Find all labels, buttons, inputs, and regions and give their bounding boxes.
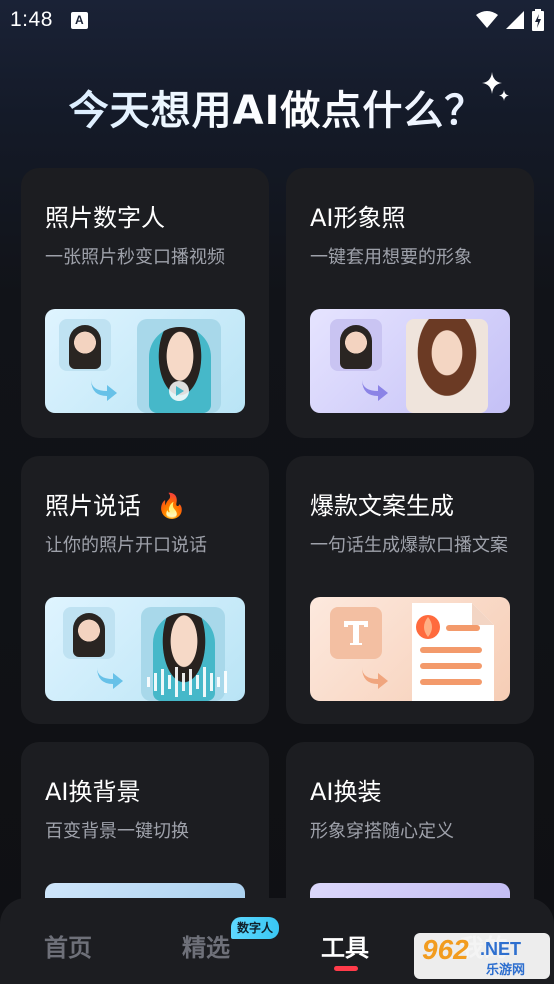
active-tab-indicator bbox=[334, 966, 358, 971]
watermark-number: 962 bbox=[422, 934, 469, 965]
page-headline: 今天想用AI做点什么？ bbox=[0, 78, 554, 136]
card-title: 爆款文案生成 bbox=[310, 492, 454, 520]
tool-card-ai-portrait[interactable]: AI形象照 一键套用想要的形象 bbox=[286, 168, 534, 438]
digital-human-badge: 数字人 bbox=[231, 917, 280, 939]
sound-wave-icon bbox=[147, 667, 227, 697]
card-description: 形象穿搭随心定义 bbox=[310, 821, 454, 842]
card-illustration-photo-to-video bbox=[45, 309, 245, 413]
watermark-subtitle: 乐游网 bbox=[486, 963, 526, 978]
status-icons bbox=[476, 9, 544, 31]
battery-charging-icon bbox=[532, 9, 544, 31]
card-description: 一键套用想要的形象 bbox=[310, 247, 472, 268]
tool-card-photo-avatar[interactable]: 照片数字人 一张照片秒变口播视频 bbox=[21, 168, 269, 438]
tool-card-photo-talk[interactable]: 照片说话 🔥 让你的照片开口说话 bbox=[21, 456, 269, 724]
portrait-image bbox=[69, 325, 101, 369]
portrait-image bbox=[73, 613, 105, 657]
watermark-net: .NET bbox=[480, 939, 522, 959]
fire-icon: 🔥 bbox=[156, 492, 187, 520]
status-bar: 1:48 A bbox=[0, 0, 554, 40]
text-t-icon bbox=[344, 621, 368, 645]
notification-app-icon: A bbox=[70, 11, 88, 29]
sparkle-icon bbox=[482, 72, 509, 101]
card-description: 一句话生成爆款口播文案 bbox=[310, 535, 508, 556]
arrow-right-icon bbox=[362, 667, 388, 689]
card-title: 照片说话 🔥 bbox=[45, 486, 187, 521]
tab-home[interactable]: 首页 bbox=[44, 928, 92, 963]
arrow-right-icon bbox=[91, 379, 117, 401]
portrait-image bbox=[340, 325, 372, 369]
card-illustration-copywriting bbox=[310, 597, 510, 701]
styled-portrait-image bbox=[406, 319, 488, 413]
card-illustration-portrait-style bbox=[310, 309, 510, 413]
card-illustration-talking-photo bbox=[45, 597, 245, 701]
card-description: 百变背景一键切换 bbox=[45, 821, 189, 842]
card-title: AI形象照 bbox=[310, 204, 406, 232]
card-title-text: 照片说话 bbox=[45, 492, 141, 520]
tab-tools[interactable]: 工具 bbox=[321, 928, 369, 963]
wifi-icon bbox=[476, 11, 498, 28]
card-description: 一张照片秒变口播视频 bbox=[45, 247, 225, 268]
card-title: AI换装 bbox=[310, 778, 382, 806]
card-description: 让你的照片开口说话 bbox=[45, 535, 207, 556]
card-title: 照片数字人 bbox=[45, 204, 165, 232]
arrow-right-icon bbox=[362, 379, 388, 401]
card-title: AI换背景 bbox=[45, 778, 141, 806]
arrow-right-icon bbox=[97, 667, 123, 689]
tab-featured[interactable]: 精选 bbox=[182, 928, 230, 963]
site-watermark-logo: 962 .NET 乐游网 bbox=[414, 933, 550, 979]
tool-card-viral-copy[interactable]: 爆款文案生成 一句话生成爆款口播文案 bbox=[286, 456, 534, 724]
status-time: 1:48 bbox=[10, 8, 53, 31]
document-icon bbox=[412, 603, 494, 701]
cellular-signal-icon bbox=[506, 11, 524, 29]
